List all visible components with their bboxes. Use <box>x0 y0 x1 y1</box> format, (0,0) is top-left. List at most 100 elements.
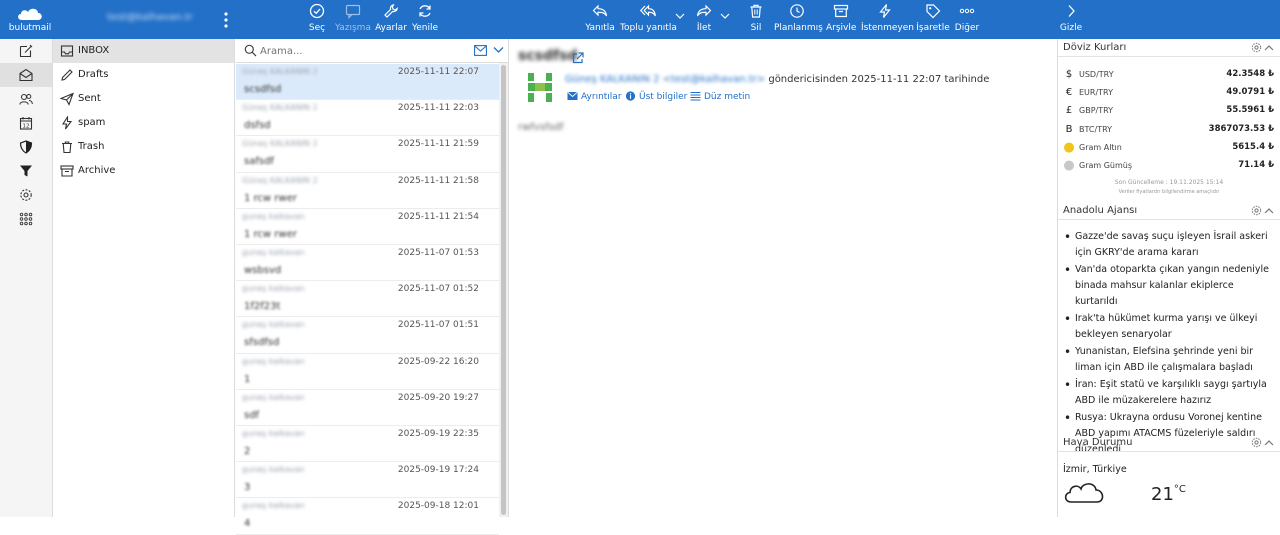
message-row[interactable]: Güneş KALKANIN 2 2025-11-11 22:03 dsfsd <box>236 100 499 137</box>
forward-caret-icon[interactable] <box>720 12 730 20</box>
message-subject: sdf <box>244 409 260 421</box>
message-subject: 1 rcw rwer <box>244 192 297 204</box>
search-bar <box>236 39 508 63</box>
scheduled-label: Planlanmış <box>774 23 823 33</box>
message-row[interactable]: guneş kalkavan 2025-09-20 19:27 sdf <box>236 390 499 426</box>
scrollbar-thumb[interactable] <box>501 65 506 515</box>
currency-row: B BTC/TRY 3867073.53 ₺ <box>1058 121 1280 139</box>
refresh-button[interactable]: Yenile <box>410 3 440 37</box>
folder-spam[interactable]: spam <box>53 111 234 135</box>
news-list: Gazze'de savaş suçu işleyen İsrail asker… <box>1062 229 1276 459</box>
tag-icon <box>926 4 941 19</box>
info-icon <box>625 91 636 101</box>
fx-widget-title: Döviz Kurları <box>1063 42 1127 53</box>
message-list: Güneş KALKANIN 22025-11-11 22:07scsdfsdG… <box>236 39 509 535</box>
news-item[interactable]: Yunanistan, Elefsina şehrinde yeni bir l… <box>1062 344 1276 376</box>
message-row[interactable]: Güneş KALKANIN 2 2025-11-11 22:07 scsdfsd <box>236 64 499 101</box>
news-item[interactable]: Van'da otoparkta çıkan yangın nedeniyle … <box>1062 262 1276 310</box>
envelope-icon <box>567 91 578 100</box>
message-date: 2025-11-11 21:54 <box>397 211 479 222</box>
headers-link[interactable]: Üst bilgiler <box>625 91 687 102</box>
envelope-filter-icon[interactable] <box>474 45 487 56</box>
settings-button[interactable]: Ayarlar <box>374 3 408 37</box>
currency-name: EUR/TRY <box>1079 88 1113 98</box>
plain-text-label: Düz metin <box>704 92 751 102</box>
search-input[interactable] <box>260 43 460 59</box>
reply-all-caret-icon[interactable] <box>675 12 685 20</box>
junk-button[interactable]: İstenmeyen <box>861 3 914 37</box>
gear-icon[interactable] <box>1251 42 1262 53</box>
apps-nav-button[interactable] <box>0 207 52 231</box>
fx-updated: Son Güncelleme : 19.11.2025 15:14 <box>1114 179 1224 186</box>
message-row[interactable]: Güneş KALKANIN 2 2025-11-11 21:59 safsdf <box>236 136 499 173</box>
chevron-down-icon[interactable] <box>493 46 504 54</box>
message-row[interactable]: Güneş KALKANIN 2 2025-11-11 21:58 1 rcw rw… <box>236 173 499 209</box>
message-row[interactable]: guneş kalkavan 2025-09-22 16:20 1 <box>236 354 499 390</box>
gear-icon[interactable] <box>1251 437 1262 448</box>
currency-name: USD/TRY <box>1079 70 1114 79</box>
bulutmail-logo[interactable]: bulutmail <box>6 5 51 35</box>
chevron-up-icon[interactable] <box>1264 439 1274 446</box>
mark-button[interactable]: İşaretle <box>916 3 950 37</box>
chevron-up-icon[interactable] <box>1264 207 1274 214</box>
message-row[interactable]: guneş kalkavan 2025-11-07 01:53 wsbsvd <box>236 245 499 282</box>
security-nav-button[interactable] <box>0 135 52 159</box>
mail-nav-button[interactable] <box>0 63 52 87</box>
account-menu-icon[interactable] <box>222 11 230 29</box>
sender-name[interactable]: Güneş KALKANIN 2 <test@kalhavan.tr> <box>565 74 765 85</box>
cloud-logo-icon <box>18 8 42 20</box>
more-button[interactable]: Diğer <box>953 3 981 37</box>
scheduled-button[interactable]: Planlanmış <box>774 3 823 37</box>
message-row[interactable]: guneş kalkavan 2025-11-11 21:54 1 rcw rwer <box>236 209 499 245</box>
forward-label: İlet <box>696 23 712 33</box>
settings-nav-button[interactable] <box>0 183 52 207</box>
svg-text:12: 12 <box>23 124 30 130</box>
select-button[interactable]: Seç <box>302 3 332 37</box>
message-row[interactable]: guneş kalkavan 2025-11-07 01:51 sfsdfsd <box>236 317 499 354</box>
filters-nav-button[interactable] <box>0 159 52 183</box>
message-date: 2025-11-07 01:53 <box>397 248 479 258</box>
message-row[interactable]: guneş kalkavan 2025-11-07 01:52 1f2f23t <box>236 281 499 318</box>
message-subject: 3 <box>244 482 251 494</box>
account-email[interactable]: test@kalhavan.tr <box>107 12 193 23</box>
gear-icon[interactable] <box>1251 205 1262 216</box>
message-row[interactable]: guneş kalkavan 2025-09-18 12:01 4 <box>236 498 499 535</box>
folder-trash[interactable]: Trash <box>53 135 234 159</box>
more-label: Diğer <box>954 23 980 33</box>
news-item[interactable]: Gazze'de savaş suçu işleyen İsrail asker… <box>1062 229 1276 261</box>
delete-button[interactable]: Sil <box>744 3 768 37</box>
archive-button[interactable]: Arşivle <box>826 3 856 37</box>
currency-row: € EUR/TRY 49.0791 ₺ <box>1058 84 1280 102</box>
news-item[interactable]: Irak'ta hükümet kurma yarışı ve ülkeyi b… <box>1062 311 1276 343</box>
contacts-nav-button[interactable] <box>0 87 52 111</box>
compose-nav-button[interactable] <box>0 39 52 63</box>
details-link[interactable]: Ayrıntılar <box>567 91 622 102</box>
folder-archive[interactable]: Archive <box>53 159 234 183</box>
currency-symbol: € <box>1065 87 1073 99</box>
message-date: 2025-11-11 22:07 <box>397 67 479 77</box>
trash-icon <box>62 141 72 154</box>
plain-text-link[interactable]: Düz metin <box>690 91 750 102</box>
message-sender: guneş kalkavan <box>242 356 305 366</box>
news-item[interactable]: İran: Eşit statü ve karşılıklı saygı şar… <box>1062 377 1276 409</box>
chevron-up-icon[interactable] <box>1264 44 1274 51</box>
calendar-nav-button[interactable]: 12 <box>0 111 52 135</box>
open-external-icon[interactable] <box>572 52 584 64</box>
folder-drafts[interactable]: Drafts <box>53 63 234 87</box>
reply-button[interactable]: Yanıtla <box>584 3 616 37</box>
hide-button[interactable]: Gizle <box>1058 3 1084 37</box>
compose-label: Yazışma <box>335 23 371 33</box>
currency-name: BTC/TRY <box>1079 124 1113 134</box>
message-row[interactable]: guneş kalkavan 2025-09-19 22:35 2 <box>236 426 499 463</box>
message-list-scrollbar[interactable] <box>499 63 508 517</box>
fx-note: Veriler fiyatlardır bilgilendirme amaçlı… <box>1118 189 1220 195</box>
compose-button[interactable]: Yazışma <box>334 3 372 37</box>
folder-sent[interactable]: Sent <box>53 87 234 111</box>
shield-icon <box>19 140 33 154</box>
message-sender: guneş kalkavan <box>242 501 305 511</box>
forward-button[interactable]: İlet <box>690 3 718 37</box>
message-sender: guneş kalkavan <box>242 429 305 438</box>
reply-all-button[interactable]: Toplu yanıtla <box>620 3 677 37</box>
folder-inbox[interactable]: INBOX <box>53 39 234 63</box>
message-row[interactable]: guneş kalkavan 2025-09-19 17:24 3 <box>236 462 499 499</box>
